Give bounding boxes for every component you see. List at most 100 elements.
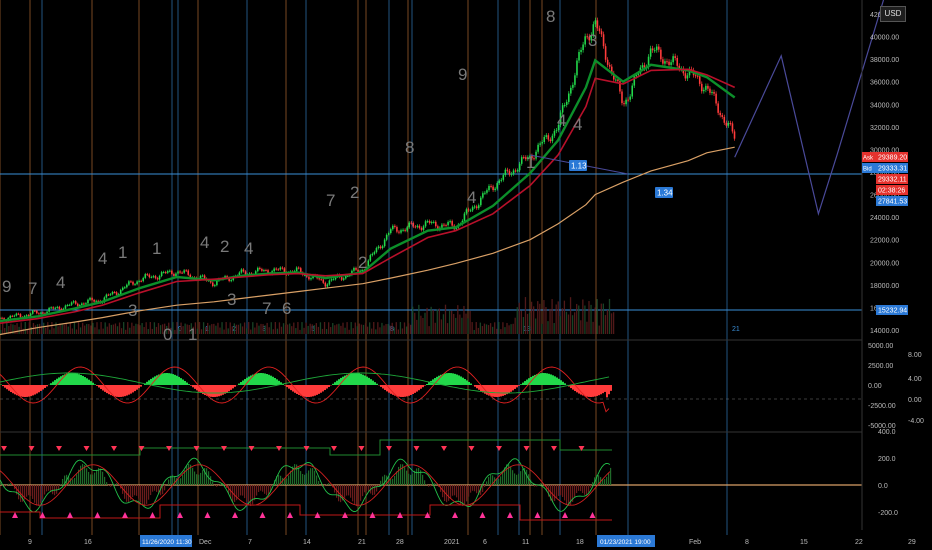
- candle-body: [211, 282, 214, 287]
- volume-bar: [510, 324, 512, 334]
- candle-body: [27, 315, 30, 317]
- volume-bar: [295, 328, 297, 334]
- osc1-bar: [214, 385, 216, 397]
- volume-bar: [14, 325, 16, 334]
- candle-body: [486, 190, 488, 193]
- volume-bar: [77, 322, 80, 334]
- candle-body: [467, 209, 470, 211]
- volume-bar: [108, 323, 110, 334]
- volume-bar: [248, 322, 250, 334]
- wave-count-label: 4: [557, 111, 566, 130]
- candle-body: [0, 317, 1, 319]
- osc1-bar: [290, 385, 292, 391]
- candle-body: [156, 278, 159, 280]
- osc1-bar: [558, 378, 560, 385]
- wave-count-label: 4: [56, 273, 65, 292]
- candle-body: [15, 313, 18, 316]
- candle-body: [522, 157, 525, 159]
- osc1-bar: [594, 385, 596, 397]
- chart-canvas[interactable]: 0123581321 42000.0040000.0038000.0036000…: [0, 0, 932, 550]
- osc1-bar: [94, 384, 96, 385]
- vertical-marker-label: 21: [732, 326, 740, 333]
- osc1-bar: [50, 383, 52, 385]
- osc1-bar: [284, 385, 286, 386]
- candle-body: [535, 151, 537, 159]
- candle-body: [115, 292, 118, 295]
- osc2-tick: 200.0: [878, 456, 896, 463]
- osc2-bar: [10, 483, 12, 485]
- volume-bar: [45, 327, 47, 334]
- osc1-bar: [494, 385, 496, 397]
- osc1-bar: [24, 385, 26, 397]
- candle-body: [263, 270, 265, 272]
- volume-bar: [596, 299, 598, 334]
- candle-body: [731, 123, 734, 132]
- price-tick: 22000.00: [870, 238, 899, 245]
- osc2-bar: [198, 474, 200, 485]
- osc2-bar: [180, 478, 182, 485]
- bid-tag-value: 29333.31: [878, 166, 907, 173]
- osc2-bar: [136, 485, 138, 496]
- osc2-bar: [374, 485, 376, 495]
- volume-bar: [547, 321, 549, 334]
- osc2-bar: [476, 485, 478, 494]
- candle-body: [570, 87, 572, 94]
- volume-bar: [268, 327, 270, 334]
- volume-bar: [231, 326, 233, 334]
- osc1-bar: [286, 385, 288, 388]
- candle-body: [541, 142, 543, 144]
- osc1-bar: [360, 373, 362, 385]
- osc2-bar: [212, 481, 214, 485]
- candle-body: [256, 267, 259, 272]
- osc2-bar: [366, 485, 368, 491]
- volume-bar: [428, 326, 430, 334]
- osc1-bar: [168, 373, 170, 385]
- osc2-bar: [526, 469, 528, 485]
- wave-count-label: 9: [458, 65, 467, 84]
- osc1-bar: [372, 380, 374, 385]
- time-tick: 28: [396, 539, 404, 546]
- osc1-bar: [368, 377, 370, 385]
- volume-bar: [145, 322, 147, 334]
- candle-body: [130, 281, 132, 283]
- volume-bar: [334, 325, 336, 334]
- currency-badge[interactable]: USD: [880, 6, 906, 22]
- volume-bar: [219, 327, 221, 334]
- osc2-bar: [422, 474, 424, 485]
- volume-bar: [291, 326, 293, 334]
- volume-bar: [387, 323, 389, 334]
- osc2-bar: [430, 485, 432, 487]
- osc2-bar: [250, 485, 252, 507]
- wave-count-label: 1: [118, 243, 127, 262]
- volume-bar: [563, 300, 566, 334]
- candle-body: [275, 268, 278, 270]
- volume-bar: [473, 329, 475, 334]
- candle-body: [398, 231, 400, 233]
- osc1-bar: [492, 385, 494, 397]
- candle-body: [394, 225, 396, 228]
- osc2-bar: [60, 484, 62, 485]
- volume-bar: [250, 329, 252, 334]
- volume-bar: [612, 312, 615, 334]
- volume-bar: [233, 323, 235, 334]
- osc1-bar: [450, 373, 452, 385]
- osc2-bar: [38, 485, 40, 506]
- volume-bar: [610, 313, 613, 334]
- volume-bar: [533, 306, 535, 334]
- time-tick: 18: [576, 539, 584, 546]
- osc1-bar: [218, 385, 220, 397]
- volume-bar: [479, 322, 481, 334]
- osc1-bar: [76, 373, 78, 385]
- volume-bar: [567, 314, 570, 334]
- candle-body: [322, 279, 325, 283]
- osc2-bar: [278, 474, 280, 485]
- osc2-bar: [292, 466, 294, 485]
- volume-bar: [608, 298, 611, 334]
- volume-bar: [369, 322, 371, 334]
- osc1-bar: [230, 385, 232, 390]
- volume-bar: [537, 301, 539, 334]
- fib-label: 1.34: [657, 189, 673, 198]
- volume-bar: [487, 325, 490, 334]
- osc2-bar: [96, 469, 98, 485]
- volume-bar: [241, 326, 244, 334]
